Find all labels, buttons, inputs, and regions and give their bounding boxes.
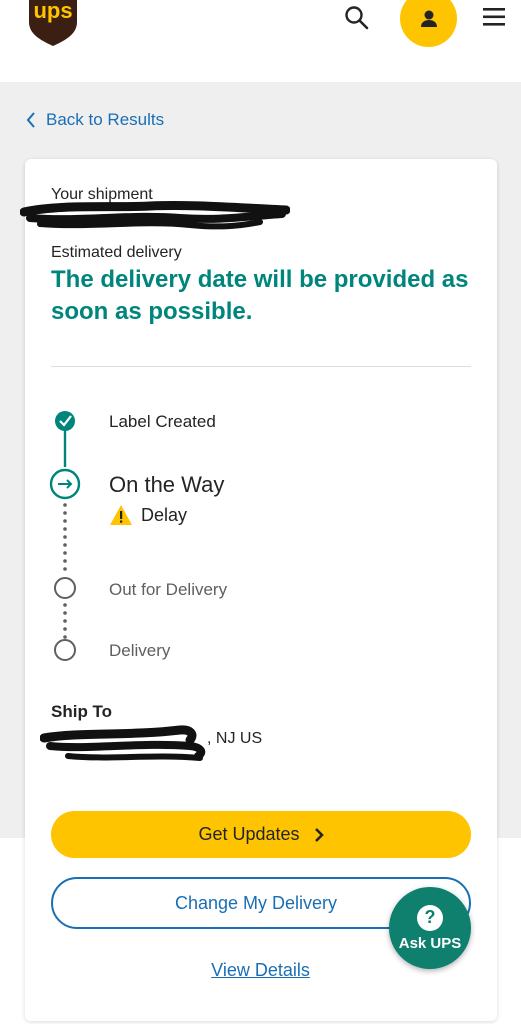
chevron-right-icon [314, 827, 324, 842]
get-updates-button[interactable]: Get Updates [51, 811, 471, 858]
user-icon [420, 10, 437, 27]
delay-label: Delay [141, 504, 188, 525]
step-label-created: Label Created [109, 412, 216, 431]
ask-ups-label: Ask UPS [398, 934, 462, 952]
chevron-left-icon [26, 112, 35, 128]
divider [51, 366, 471, 367]
step-on-the-way: On the Way [109, 472, 225, 497]
top-header: ups [0, 0, 521, 56]
logo-text: ups [33, 0, 72, 23]
header-spacer [0, 56, 521, 82]
ask-ups-button[interactable]: ? Ask UPS [389, 887, 471, 969]
search-icon[interactable] [343, 4, 371, 32]
help-icon: ? [417, 904, 443, 931]
ups-logo[interactable]: ups [26, 0, 80, 46]
redacted-address [40, 725, 206, 761]
ship-to-label: Ship To [51, 702, 113, 721]
back-to-results-link[interactable]: Back to Results [26, 110, 164, 130]
back-link-label: Back to Results [46, 110, 165, 129]
ship-to-address: , NJ US [207, 730, 263, 747]
hamburger-menu-icon[interactable] [482, 6, 506, 28]
estimated-delivery-message: The delivery date will be provided as so… [51, 266, 469, 325]
get-updates-label: Get Updates [198, 824, 300, 844]
estimated-delivery-label: Estimated delivery [51, 244, 182, 261]
step-delivery: Delivery [109, 641, 171, 660]
change-delivery-label: Change My Delivery [174, 892, 338, 913]
warning-icon [110, 505, 132, 525]
redacted-tracking-number [20, 200, 290, 230]
step-out-for-delivery: Out for Delivery [109, 580, 228, 599]
account-button[interactable] [400, 0, 457, 47]
delay-status: Delay [109, 504, 187, 526]
